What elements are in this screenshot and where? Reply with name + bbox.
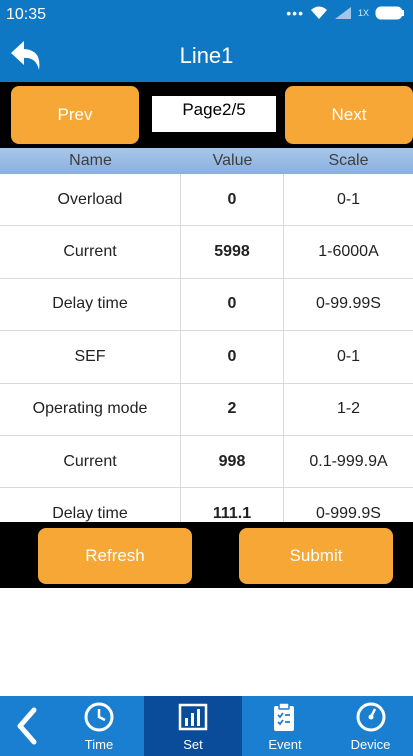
table-row: Delay time 0 0-99.99S — [0, 278, 413, 332]
row-scale: 0-1 — [336, 190, 361, 208]
row-value[interactable]: 2 — [181, 383, 284, 435]
status-time: 10:35 — [6, 6, 47, 23]
table-row: Overload 0 0-1 — [0, 174, 413, 227]
battery-icon — [375, 6, 404, 20]
tab-label: Set — [183, 737, 203, 752]
prev-button[interactable]: Prev — [11, 86, 139, 144]
status-icons: ••• 1X — [286, 5, 405, 21]
row-value[interactable]: 5998 — [181, 226, 284, 278]
table-row: Operating mode 2 1-2 — [0, 383, 413, 436]
row-scale: 0-99.99S — [316, 295, 381, 313]
row-value[interactable]: 0 — [181, 331, 284, 383]
page-title: Line1 — [179, 43, 234, 68]
action-bar: Refresh Submit — [0, 522, 413, 588]
tab-set[interactable]: Set — [144, 696, 242, 756]
tab-device[interactable]: Device — [328, 696, 413, 756]
row-scale: 0.1-999.9A — [309, 452, 388, 470]
tab-event[interactable]: Event — [242, 696, 328, 756]
more-dots-icon: ••• — [286, 5, 304, 21]
signal-icon — [334, 7, 351, 19]
chart-icon — [178, 703, 208, 731]
parameter-table: Name Value Scale Overload 0 0-1 Current … — [0, 148, 413, 541]
row-name: SEF — [0, 331, 181, 383]
row-scale: 1-6000A — [318, 243, 379, 261]
bottom-navigation: Time Set Event Device — [0, 696, 413, 756]
chevron-left-icon — [17, 707, 37, 745]
tab-label: Device — [350, 737, 391, 752]
row-value[interactable]: 0 — [181, 174, 284, 226]
tab-label: Event — [268, 737, 302, 752]
table-row: Current 998 0.1-999.9A — [0, 435, 413, 489]
clipboard-icon — [274, 702, 294, 731]
row-name: Delay time — [0, 278, 181, 331]
table-row: SEF 0 0-1 — [0, 331, 413, 384]
page-indicator: Page2/5 — [152, 96, 276, 132]
row-scale: 1-2 — [336, 400, 361, 418]
row-value[interactable]: 0 — [181, 278, 284, 331]
header-scale: Scale — [328, 152, 369, 169]
row-scale: 0-1 — [336, 347, 361, 365]
row-value[interactable]: 998 — [181, 435, 284, 488]
clock-icon — [84, 702, 114, 732]
row-name: Current — [0, 226, 181, 278]
header-value: Value — [212, 152, 253, 169]
table-row: Current 5998 1-6000A — [0, 226, 413, 279]
gauge-icon — [356, 702, 385, 732]
nav-back-button[interactable] — [0, 696, 54, 756]
row-name: Overload — [0, 174, 181, 226]
title-bar: Line1 — [0, 30, 413, 82]
status-bar: 10:35 ••• 1X — [0, 0, 413, 30]
header-name: Name — [69, 152, 112, 169]
next-button[interactable]: Next — [285, 86, 413, 144]
network-label: 1X — [357, 8, 369, 18]
submit-button[interactable]: Submit — [239, 528, 393, 584]
table-header: Name Value Scale — [0, 148, 413, 174]
row-name: Operating mode — [0, 383, 181, 435]
tab-time[interactable]: Time — [54, 696, 144, 756]
tab-label: Time — [84, 737, 114, 752]
wifi-icon — [310, 6, 327, 19]
page-navigation: Prev Page2/5 Next — [0, 82, 413, 148]
row-name: Current — [0, 435, 181, 488]
refresh-button[interactable]: Refresh — [38, 528, 192, 584]
